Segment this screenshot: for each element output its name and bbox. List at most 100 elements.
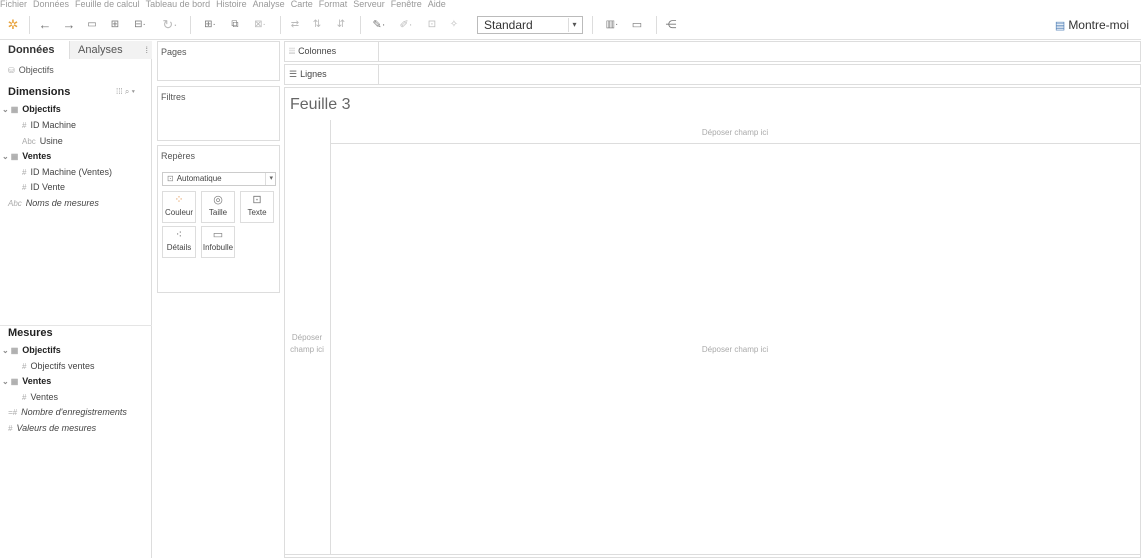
clear-sheet-icon[interactable]: ⊠·: [248, 17, 272, 33]
save-icon[interactable]: ▭: [86, 17, 98, 33]
sort-asc-icon[interactable]: ⇅: [310, 17, 324, 33]
size-button[interactable]: ◎ Taille: [201, 191, 235, 223]
measure-field[interactable]: # Valeurs de mesures: [8, 423, 96, 434]
dimension-group-label: Objectifs: [22, 104, 61, 114]
show-me-label: Montre-moi: [1068, 18, 1129, 32]
measure-group-label: Objectifs: [22, 345, 61, 355]
tooltip-icon: ▭: [212, 229, 224, 241]
drop-zone-center[interactable]: Déposer champ ici: [331, 345, 1139, 354]
menu-fichier[interactable]: Fichier: [0, 0, 27, 9]
mark-type-select[interactable]: ⊡ Automatique ▾: [162, 172, 276, 186]
detail-button-label: Détails: [166, 243, 192, 252]
dimension-field[interactable]: # ID Vente: [22, 182, 65, 193]
share-icon[interactable]: ⋲: [664, 17, 678, 33]
divider: [285, 554, 1140, 555]
tooltip-button[interactable]: ▭ Infobulle: [201, 226, 235, 258]
menu-histoire[interactable]: Histoire: [216, 0, 247, 9]
new-datasource-icon[interactable]: ⊞: [108, 17, 122, 33]
labels-icon[interactable]: ⊡: [426, 17, 438, 33]
number-icon: #: [22, 183, 27, 192]
color-icon: ⁘: [174, 194, 184, 206]
string-icon: Abc: [8, 199, 22, 208]
measure-group-ventes[interactable]: ⌄ ▦ Ventes: [2, 376, 51, 387]
columns-icon: ⦙⦙⦙: [289, 46, 296, 56]
columns-shelf[interactable]: ⦙⦙⦙ Colonnes: [284, 41, 1141, 62]
redo-icon[interactable]: →: [62, 17, 76, 33]
show-me-button[interactable]: ▤ Montre-moi: [1055, 17, 1129, 34]
sheet-title[interactable]: Feuille 3: [290, 96, 350, 114]
show-me-icon: ▤: [1054, 20, 1066, 32]
measure-group-objectifs[interactable]: ⌄ ▦ Objectifs: [2, 345, 61, 356]
rows-shelf[interactable]: ☰ Lignes: [284, 64, 1141, 85]
tableau-logo-icon[interactable]: ✲: [6, 17, 20, 33]
show-cards-icon[interactable]: ▥·: [600, 17, 624, 33]
measure-field[interactable]: =# Nombre d'enregistrements: [8, 407, 127, 418]
tab-menu-icon[interactable]: ⁞: [145, 41, 148, 59]
dimension-field[interactable]: # ID Machine (Ventes): [22, 167, 112, 178]
data-pane: Données Analyses ⁞ ⛁ Objectifs Dimensions …: [0, 41, 152, 558]
pin-icon[interactable]: ✧: [448, 17, 460, 33]
dimension-field[interactable]: # ID Machine: [22, 120, 76, 131]
chevron-down-icon: ▾: [568, 18, 580, 32]
new-sheet-icon[interactable]: ⊞·: [198, 17, 222, 33]
refresh-icon[interactable]: ↻·: [158, 17, 182, 33]
datasource-item[interactable]: ⛁ Objectifs: [8, 65, 54, 75]
text-icon: ⊡: [252, 194, 262, 206]
dimension-group-ventes[interactable]: ⌄ ▦ Ventes: [2, 151, 51, 162]
dimension-field-label: Usine: [39, 136, 63, 146]
menu-fenetre[interactable]: Fenêtre: [391, 0, 422, 9]
view-mode-value: Standard: [484, 18, 533, 32]
dimension-group-objectifs[interactable]: ⌄ ▦ Objectifs: [2, 104, 61, 115]
sort-desc-icon[interactable]: ⇵: [334, 17, 348, 33]
tab-data-label: Données: [8, 44, 55, 56]
mark-type-icon: ⊡: [167, 174, 174, 183]
number-icon: #: [22, 121, 27, 130]
search-icon[interactable]: ⌕: [125, 87, 129, 96]
tab-data[interactable]: Données: [0, 41, 70, 59]
measure-field[interactable]: # Objectifs ventes: [22, 361, 94, 372]
mark-type-value: Automatique: [176, 174, 222, 183]
chevron-down-icon: ▾: [265, 173, 273, 185]
number-icon: #: [22, 168, 27, 177]
menu-feuille[interactable]: Feuille de calcul: [75, 0, 140, 9]
undo-icon[interactable]: ←: [38, 17, 52, 33]
menu-format[interactable]: Format: [319, 0, 348, 9]
measure-field[interactable]: # Ventes: [22, 392, 58, 403]
menu-serveur[interactable]: Serveur: [353, 0, 385, 9]
chevron-down-icon: ⌄: [2, 346, 9, 355]
group-icon[interactable]: ✐·: [396, 17, 416, 33]
presentation-icon[interactable]: ▭: [630, 17, 644, 33]
pages-card[interactable]: Pages: [157, 41, 280, 81]
dimension-field[interactable]: Abc Usine: [22, 136, 63, 147]
dimension-field-label: ID Vente: [30, 182, 65, 192]
datasource-label: Objectifs: [18, 65, 54, 75]
dimension-field[interactable]: Abc Noms de mesures: [8, 198, 99, 209]
menu-donnees[interactable]: Données: [33, 0, 69, 9]
number-icon: #: [22, 393, 27, 402]
chevron-down-icon: ⌄: [2, 377, 9, 386]
highlight-icon[interactable]: ✎·: [368, 17, 390, 33]
measure-field-label: Valeurs de mesures: [16, 423, 97, 433]
drop-zone-left[interactable]: Déposer champ ici: [287, 332, 327, 356]
view-mode-select[interactable]: Standard ▾: [477, 16, 583, 34]
detail-button[interactable]: ⁖ Détails: [162, 226, 196, 258]
menu-carte[interactable]: Carte: [291, 0, 313, 9]
rows-label: Lignes: [300, 69, 327, 79]
pause-updates-icon[interactable]: ⊟·: [130, 17, 150, 33]
drop-zone-top[interactable]: Déposer champ ici: [331, 128, 1139, 137]
filters-card[interactable]: Filtres: [157, 86, 280, 141]
swap-icon[interactable]: ⇄: [288, 17, 302, 33]
menu-tableau-de-bord[interactable]: Tableau de bord: [146, 0, 211, 9]
chevron-down-icon: ⌄: [2, 105, 9, 114]
filters-card-title: Filtres: [161, 92, 186, 102]
tab-analytics[interactable]: Analyses ⁞: [70, 41, 152, 59]
duplicate-sheet-icon[interactable]: ⧉: [228, 17, 242, 33]
view-icon[interactable]: ⁞⁞⁞: [116, 87, 123, 96]
menu-aide[interactable]: Aide: [428, 0, 446, 9]
color-button-label: Couleur: [164, 208, 193, 217]
calc-number-icon: =#: [8, 408, 18, 417]
menu-analyse[interactable]: Analyse: [253, 0, 285, 9]
chevron-down-icon[interactable]: ▾: [132, 87, 135, 96]
color-button[interactable]: ⁘ Couleur: [162, 191, 196, 223]
text-button[interactable]: ⊡ Texte: [240, 191, 274, 223]
